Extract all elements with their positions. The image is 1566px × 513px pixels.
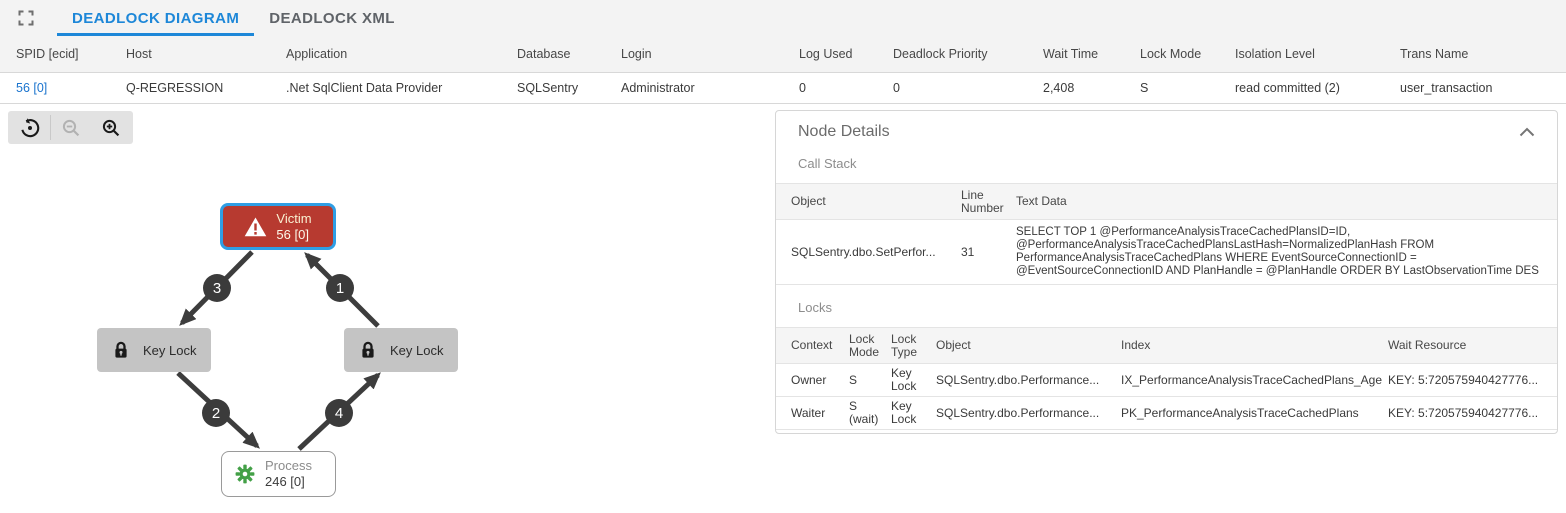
spid-link[interactable]: 56 [0] <box>16 81 47 95</box>
deadlock-edges: 1 2 3 4 <box>176 250 381 451</box>
zoom-out-button[interactable] <box>51 111 91 144</box>
cell-database: SQLSentry <box>517 81 579 95</box>
cell-lock-type: Key Lock <box>891 366 917 393</box>
zoom-in-icon <box>102 119 120 136</box>
cell-object: SQLSentry.dbo.Performance... <box>936 372 1100 387</box>
gear-icon <box>235 464 255 484</box>
call-stack-header: Object Line Number Text Data <box>776 183 1557 220</box>
locks-heading: Locks <box>798 300 832 315</box>
reset-zoom-button[interactable] <box>10 111 50 144</box>
cell-trans-name: user_transaction <box>1400 81 1493 95</box>
node-subtitle: 246 [0] <box>265 474 305 489</box>
lock-row-owner[interactable]: Owner S Key Lock SQLSentry.dbo.Performan… <box>776 364 1557 397</box>
column-header-object: Object <box>791 194 826 208</box>
cell-context: Owner <box>791 372 827 387</box>
cell-lock-mode: S <box>849 372 858 387</box>
lock-icon <box>362 341 374 358</box>
cell-text-data: SELECT TOP 1 @PerformanceAnalysisTraceCa… <box>1016 226 1539 277</box>
node-title: Process <box>265 458 312 473</box>
zoom-out-icon <box>62 119 80 136</box>
edge-order-badge-4: 4 <box>325 399 353 427</box>
tab-bar: DEADLOCK DIAGRAM DEADLOCK XML <box>0 0 1566 36</box>
column-header-lock-type: Lock Type <box>891 331 918 359</box>
svg-text:4: 4 <box>335 405 343 422</box>
svg-text:2: 2 <box>212 405 220 422</box>
cell-login: Administrator <box>621 81 695 95</box>
svg-text:3: 3 <box>213 280 221 297</box>
edge-order-badge-2: 2 <box>202 399 230 427</box>
column-header-trans-name: Trans Name <box>1400 47 1469 61</box>
diagram-zoom-toolbar <box>8 111 133 144</box>
cell-lock-mode: S <box>1140 81 1149 95</box>
node-title: Victim <box>276 210 312 226</box>
column-header-database: Database <box>517 47 571 61</box>
column-header-text-data: Text Data <box>1016 194 1067 208</box>
column-header-spid: SPID [ecid] <box>16 47 79 61</box>
session-table-header: SPID [ecid] Host Application Database Lo… <box>0 36 1566 73</box>
cell-wait-time: 2,408 <box>1043 81 1075 95</box>
cell-application: .Net SqlClient Data Provider <box>286 81 443 95</box>
key-lock-node-left[interactable]: Key Lock <box>97 328 211 372</box>
call-stack-row[interactable]: SQLSentry.dbo.SetPerfor... 31 SELECT TOP… <box>776 220 1557 285</box>
cell-wait-resource: KEY: 5:720575940427776... <box>1388 405 1539 420</box>
node-subtitle: 56 [0] <box>276 226 309 242</box>
key-lock-node-right[interactable]: Key Lock <box>344 328 458 372</box>
column-header-context: Context <box>791 338 833 352</box>
session-table-row[interactable]: 56 [0] Q-REGRESSION .Net SqlClient Data … <box>0 73 1566 104</box>
panel-title: Node Details <box>798 123 890 140</box>
cell-context: Waiter <box>791 405 826 420</box>
fullscreen-icon <box>18 10 34 26</box>
chevron-up-icon <box>1519 127 1535 137</box>
victim-node[interactable]: Victim 56 [0] <box>220 203 336 250</box>
column-header-deadlock-priority: Deadlock Priority <box>893 47 988 61</box>
warning-icon <box>245 217 267 236</box>
cell-isolation-level: read committed (2) <box>1235 81 1340 95</box>
diagram-canvas: 1 2 3 4 Victim 56 [0] Key Lock Key Lock … <box>0 104 1566 513</box>
lock-icon <box>115 341 127 358</box>
process-node[interactable]: Process 246 [0] <box>221 451 336 497</box>
column-header-isolation-level: Isolation Level <box>1235 47 1315 61</box>
tab-label: DEADLOCK DIAGRAM <box>72 9 240 27</box>
cell-object: SQLSentry.dbo.Performance... <box>936 405 1100 420</box>
deadlock-viewer: DEADLOCK DIAGRAM DEADLOCK XML SPID [ecid… <box>0 0 1566 513</box>
column-header-lock-mode: Lock Mode <box>1140 47 1202 61</box>
node-title: Key Lock <box>390 342 444 358</box>
call-stack-heading: Call Stack <box>798 156 857 171</box>
column-header-line-number: Line Number <box>961 187 1004 215</box>
zoom-in-button[interactable] <box>91 111 131 144</box>
cell-index: PK_PerformanceAnalysisTraceCachedPlans <box>1121 405 1359 420</box>
cell-deadlock-priority: 0 <box>893 81 900 95</box>
column-header-login: Login <box>621 47 652 61</box>
column-header-wait-resource: Wait Resource <box>1388 338 1467 352</box>
cell-wait-resource: KEY: 5:720575940427776... <box>1388 372 1539 387</box>
cell-line-number: 31 <box>961 244 975 259</box>
node-details-panel: Node Details Call Stack Object Line Numb… <box>775 110 1558 434</box>
locks-header: Context Lock Mode Lock Type Object Index… <box>776 327 1557 364</box>
node-title: Key Lock <box>143 342 197 358</box>
column-header-log-used: Log Used <box>799 47 853 61</box>
cell-lock-mode: S (wait) <box>849 399 879 426</box>
cell-index: IX_PerformanceAnalysisTraceCachedPlans_A… <box>1121 372 1383 387</box>
cell-log-used: 0 <box>799 81 806 95</box>
edge-order-badge-1: 1 <box>326 274 354 302</box>
tab-deadlock-xml[interactable]: DEADLOCK XML <box>254 0 410 36</box>
column-header-object: Object <box>936 338 971 352</box>
column-header-wait-time: Wait Time <box>1043 47 1099 61</box>
cell-lock-type: Key Lock <box>891 399 917 426</box>
tab-label: DEADLOCK XML <box>269 9 395 27</box>
collapse-panel-button[interactable] <box>1517 125 1537 139</box>
column-header-host: Host <box>126 47 152 61</box>
fullscreen-button[interactable] <box>18 10 34 26</box>
tab-deadlock-diagram[interactable]: DEADLOCK DIAGRAM <box>57 0 255 36</box>
cell-host: Q-REGRESSION <box>126 81 224 95</box>
cell-object: SQLSentry.dbo.SetPerfor... <box>791 244 936 259</box>
column-header-application: Application <box>286 47 348 61</box>
active-tab-underline <box>57 33 255 36</box>
svg-text:1: 1 <box>336 280 344 297</box>
lock-row-waiter[interactable]: Waiter S (wait) Key Lock SQLSentry.dbo.P… <box>776 397 1557 430</box>
edge-order-badge-3: 3 <box>203 274 231 302</box>
reset-zoom-icon <box>21 117 40 137</box>
column-header-index: Index <box>1121 338 1151 352</box>
column-header-lock-mode: Lock Mode <box>849 331 880 359</box>
